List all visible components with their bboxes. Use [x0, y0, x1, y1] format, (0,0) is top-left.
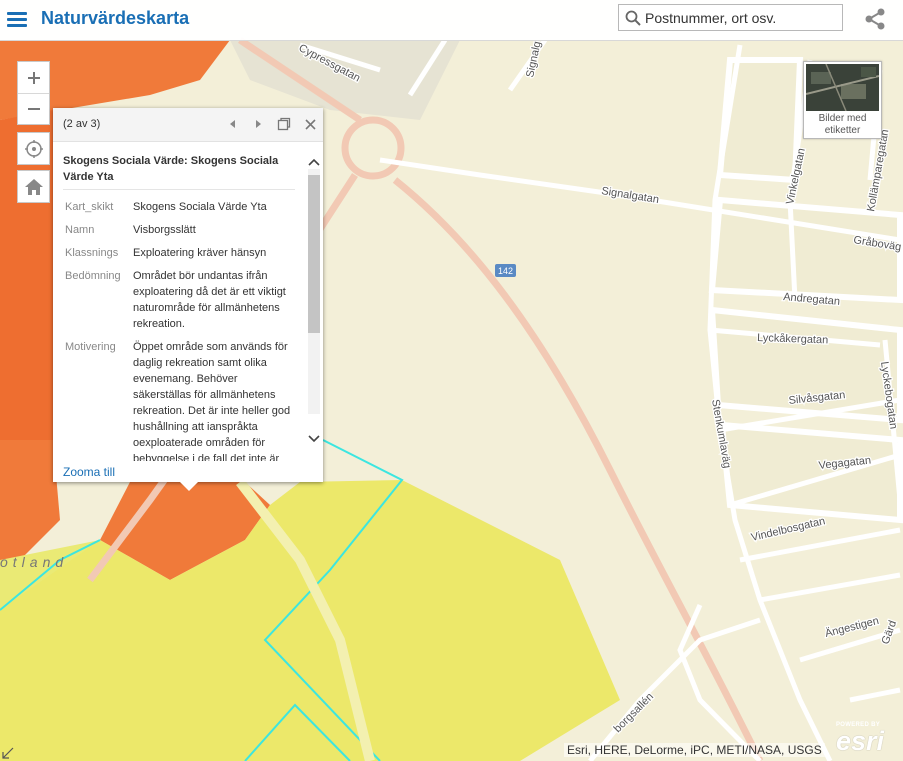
esri-logo[interactable]: POWERED BY esri [836, 722, 898, 756]
resize-corner-icon [2, 747, 14, 759]
attribute-value: Visborgsslätt [133, 224, 196, 236]
zoom-control [17, 61, 50, 125]
chevron-down-icon[interactable] [306, 431, 322, 447]
locate-button[interactable] [17, 132, 50, 165]
basemap-thumbnail [806, 64, 879, 111]
chevron-up-icon[interactable] [306, 154, 322, 170]
search-box[interactable] [618, 4, 843, 31]
zoom-out-icon[interactable] [18, 93, 49, 124]
basemap-label: Bilder med etiketter [818, 113, 867, 136]
popup-divider [63, 189, 295, 190]
maximize-icon[interactable] [275, 115, 293, 133]
app-title: Naturvärdeskarta [41, 8, 190, 28]
home-button[interactable] [17, 170, 50, 203]
feature-popup: (2 av 3) Skogens Sociala Värde: Skogens … [53, 108, 323, 482]
prev-icon[interactable] [224, 115, 242, 133]
attribute-key: Kart_skikt [65, 201, 114, 213]
popup-body[interactable]: Skogens Sociala Värde: Skogens Sociala V… [53, 142, 323, 461]
street-label: Lyckåkergatan [757, 332, 829, 346]
route-shield-142: 142 [495, 264, 516, 277]
attribute-value: Öppet område som används för daglig rekr… [133, 341, 291, 461]
attribute-value: Området bör undantas ifrån exploatering … [133, 270, 286, 330]
attribute-value: Skogens Sociala Värde Yta [133, 201, 267, 213]
attribute-key: Namn [65, 224, 95, 236]
zoom-to-link[interactable]: Zooma till [63, 465, 115, 479]
attribute-key: Motivering [65, 341, 116, 353]
esri-wordmark: esri [836, 726, 885, 756]
popup-title: Skogens Sociala Värde: Skogens Sociala V… [63, 155, 279, 183]
search-input[interactable] [645, 8, 835, 28]
map-attribution: Esri, HERE, DeLorme, iPC, METI/NASA, USG… [564, 743, 825, 757]
popup-count: (2 av 3) [63, 118, 101, 130]
close-icon[interactable] [301, 115, 319, 133]
attribute-key: Klassnings [65, 247, 119, 259]
next-icon[interactable] [249, 115, 267, 133]
share-icon[interactable] [862, 6, 888, 32]
zoom-in-icon[interactable] [18, 62, 49, 93]
route-label: 142 [498, 266, 513, 276]
search-icon [625, 10, 641, 26]
popup-pointer [180, 482, 198, 491]
popup-scrollbar-thumb[interactable] [308, 175, 320, 333]
locate-icon [24, 139, 43, 158]
popup-footer: Zooma till [53, 462, 323, 482]
home-icon [24, 178, 43, 195]
basemap-toggle[interactable]: Bilder med etiketter [803, 61, 882, 139]
menu-icon[interactable] [6, 8, 28, 30]
region-label: otland [0, 554, 68, 570]
popup-header: (2 av 3) [53, 108, 323, 142]
attribute-key: Bedömning [65, 270, 121, 282]
attribute-value: Exploatering kräver hänsyn [133, 247, 267, 259]
top-bar: Naturvärdeskarta [0, 0, 903, 41]
